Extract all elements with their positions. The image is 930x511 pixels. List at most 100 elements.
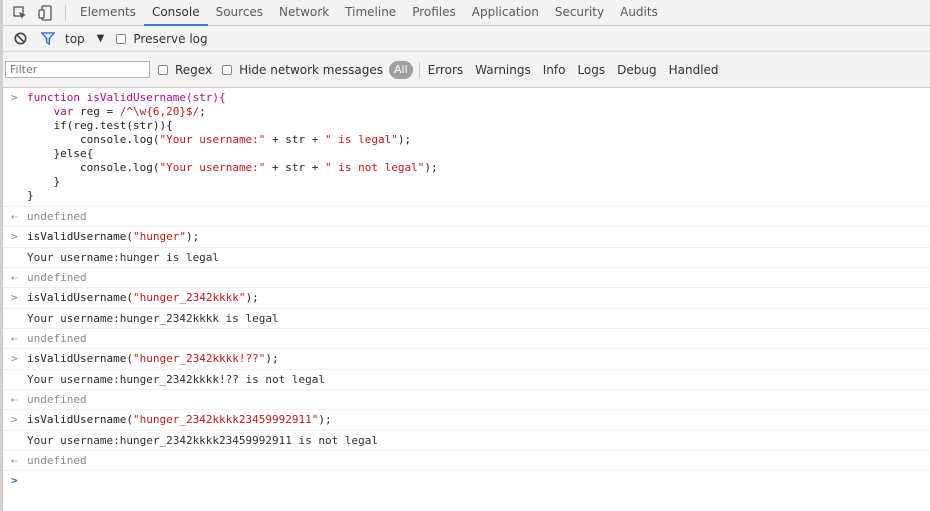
console-result-undefined: ⇠ undefined <box>3 268 930 288</box>
tab-profiles[interactable]: Profiles <box>404 0 464 25</box>
log-text: Your username:hunger_2342kkkk!?? is not … <box>27 373 326 386</box>
tab-timeline[interactable]: Timeline <box>337 0 404 25</box>
console-log-message: Your username:hunger is legal <box>3 248 930 268</box>
call-close: ); <box>265 352 279 365</box>
code-line-1: function isValidUsername(str){ <box>27 91 226 104</box>
code-line-8: } <box>27 189 34 202</box>
code-line-5: }else{ <box>53 147 94 160</box>
console-result-undefined: ⇠ undefined <box>3 390 930 410</box>
level-all-button[interactable]: All <box>388 60 413 79</box>
tab-security[interactable]: Security <box>547 0 612 25</box>
tab-audits[interactable]: Audits <box>612 0 666 25</box>
console-messages: > function isValidUsername(str){ var reg… <box>3 88 930 511</box>
function-code: function isValidUsername(str){ var reg =… <box>27 91 930 203</box>
preserve-log-label: Preserve log <box>133 31 208 46</box>
console-input-call: > isValidUsername("hunger_2342kkkk234599… <box>3 410 930 431</box>
filter-input[interactable] <box>5 61 150 78</box>
result-arrow-icon: ⇠ <box>11 393 18 406</box>
tab-console[interactable]: Console <box>143 0 208 26</box>
result-arrow-icon: ⇠ <box>11 271 18 284</box>
call-close: ); <box>185 230 200 243</box>
input-chevron-icon: > <box>11 413 18 426</box>
call-fn: isValidUsername( <box>27 230 133 243</box>
filter-funnel-icon[interactable] <box>40 31 56 47</box>
code-log-call-1: console.log( <box>79 133 160 146</box>
call-close: ); <box>245 291 259 304</box>
code-string-username-2: "Your username:" <box>159 161 266 174</box>
preserve-log-checkbox[interactable] <box>116 33 127 44</box>
console-toolbar: top ▼ Preserve log <box>3 26 930 52</box>
regex-label: Regex <box>175 62 213 77</box>
preserve-log-option: Preserve log <box>116 31 208 46</box>
console-log-message: Your username:hunger_2342kkkk is legal <box>3 309 930 329</box>
context-selector[interactable]: top <box>65 32 85 46</box>
code-line-7: } <box>53 175 61 188</box>
hide-network-option: Hide network messages <box>222 63 383 77</box>
inspect-element-icon[interactable] <box>12 5 28 21</box>
result-arrow-icon: ⇠ <box>11 210 18 223</box>
code-log-call-2: console.log( <box>79 161 160 174</box>
console-result-undefined: ⇠ undefined <box>3 207 930 227</box>
code-var-assign: reg = <box>73 105 120 118</box>
code-close-1: ); <box>397 133 412 146</box>
result-text: undefined <box>27 332 87 345</box>
code-semicolon: ; <box>199 105 206 118</box>
call-arg: "hunger" <box>132 230 186 243</box>
regex-option: Regex <box>158 63 212 77</box>
level-logs[interactable]: Logs <box>571 63 611 77</box>
console-log-message: Your username:hunger_2342kkkk!?? is not … <box>3 370 930 390</box>
console-input-call: > isValidUsername("hunger_2342kkkk"); <box>3 288 930 309</box>
code-concat-1: + str + <box>265 133 326 146</box>
regex-checkbox[interactable] <box>158 64 168 75</box>
level-errors[interactable]: Errors <box>422 63 470 77</box>
call-fn: isValidUsername( <box>27 413 133 426</box>
console-input-call: > isValidUsername("hunger"); <box>3 227 930 248</box>
context-dropdown-caret-icon[interactable]: ▼ <box>97 33 105 44</box>
prompt-chevron-icon: > <box>11 474 18 487</box>
console-result-undefined: ⇠ undefined <box>3 329 930 349</box>
code-line-3: if(reg.test(str)){ <box>53 119 173 132</box>
tab-sources[interactable]: Sources <box>208 0 271 25</box>
console-prompt[interactable]: > <box>3 471 930 489</box>
console-input-call: > isValidUsername("hunger_2342kkkk!??"); <box>3 349 930 370</box>
console-log-message: Your username:hunger_2342kkkk23459992911… <box>3 431 930 451</box>
devtools-tab-bar: Elements Console Sources Network Timelin… <box>3 0 930 26</box>
filter-bar: Regex Hide network messages All Errors W… <box>3 52 930 88</box>
log-text: Your username:hunger is legal <box>27 251 220 264</box>
code-concat-2: + str + <box>265 161 326 174</box>
code-string-not-legal: " is not legal" <box>325 161 425 174</box>
input-chevron-icon: > <box>11 352 18 365</box>
call-arg: "hunger_2342kkkk!??" <box>132 352 266 365</box>
input-chevron-icon: > <box>11 291 18 304</box>
level-warnings[interactable]: Warnings <box>469 63 537 77</box>
clear-console-icon[interactable] <box>12 31 28 47</box>
hide-network-label: Hide network messages <box>239 62 383 77</box>
call-arg: "hunger_2342kkkk23459992911" <box>132 413 319 426</box>
tab-network[interactable]: Network <box>271 0 337 25</box>
result-arrow-icon: ⇠ <box>11 332 18 345</box>
tab-bar-separator <box>65 4 66 21</box>
level-info[interactable]: Info <box>537 63 572 77</box>
call-close: ); <box>318 413 332 426</box>
code-keyword-var: var <box>53 105 74 118</box>
code-string-legal: " is legal" <box>325 133 398 146</box>
console-result-undefined: ⇠ undefined <box>3 451 930 471</box>
result-text: undefined <box>27 271 87 284</box>
filter-separator <box>418 61 420 78</box>
call-code: isValidUsername("hunger_2342kkkk23459992… <box>27 413 332 426</box>
console-input-function: > function isValidUsername(str){ var reg… <box>3 88 930 207</box>
code-regex: /^\w{6,20}$/ <box>119 105 200 118</box>
log-text: Your username:hunger_2342kkkk23459992911… <box>27 434 378 447</box>
tab-elements[interactable]: Elements <box>72 0 144 25</box>
result-arrow-icon: ⇠ <box>11 454 18 467</box>
level-debug[interactable]: Debug <box>611 63 662 77</box>
code-string-username-1: "Your username:" <box>159 133 266 146</box>
call-arg: "hunger_2342kkkk" <box>132 291 246 304</box>
hide-network-checkbox[interactable] <box>222 64 233 75</box>
device-mode-icon[interactable] <box>37 4 53 21</box>
tab-application[interactable]: Application <box>464 0 547 25</box>
input-chevron-icon: > <box>11 230 18 243</box>
call-fn: isValidUsername( <box>27 352 133 365</box>
level-handled[interactable]: Handled <box>663 63 725 77</box>
call-code: isValidUsername("hunger_2342kkkk"); <box>27 291 259 304</box>
